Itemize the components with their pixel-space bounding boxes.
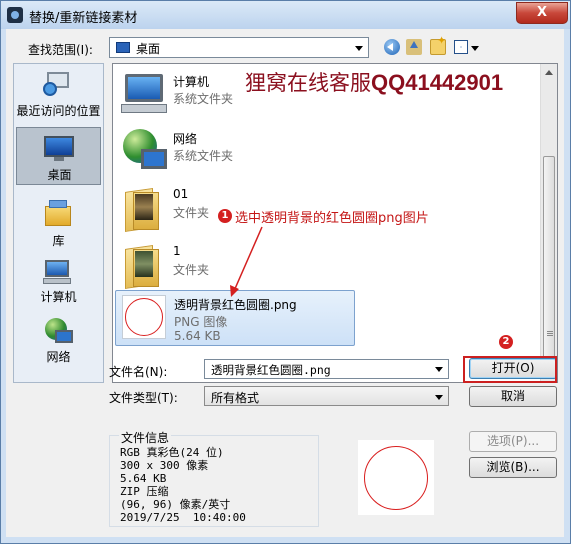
vertical-scrollbar[interactable] bbox=[540, 64, 557, 382]
item-type: 文件夹 bbox=[173, 263, 210, 277]
place-network[interactable]: 网络 bbox=[16, 316, 101, 368]
chevron-down-icon[interactable] bbox=[435, 367, 443, 372]
network-icon bbox=[43, 318, 73, 346]
scroll-up-icon[interactable] bbox=[545, 70, 553, 75]
options-button: 选项(P)... bbox=[469, 431, 557, 452]
item-name: 透明背景红色圆圈.png bbox=[174, 298, 297, 312]
scroll-thumb[interactable] bbox=[543, 156, 555, 368]
watermark-qq: QQ41442901 bbox=[371, 70, 504, 95]
info-line: 300 x 300 像素 bbox=[120, 459, 209, 472]
libraries-icon bbox=[43, 200, 73, 228]
place-label: 桌面 bbox=[47, 168, 72, 182]
info-line: 5.64 KB bbox=[120, 472, 167, 485]
view-menu-icon[interactable] bbox=[454, 39, 480, 55]
item-size: 5.64 KB bbox=[174, 329, 221, 343]
folder-icon bbox=[121, 186, 167, 232]
chevron-down-icon bbox=[355, 46, 363, 51]
place-label: 库 bbox=[52, 234, 65, 248]
image-preview bbox=[358, 440, 434, 515]
item-type: 系统文件夹 bbox=[173, 92, 234, 106]
desktop-icon bbox=[44, 136, 74, 162]
png-thumbnail bbox=[122, 295, 166, 339]
watermark-text: 狸窝在线客服 bbox=[245, 71, 371, 95]
item-name: 网络 bbox=[173, 132, 198, 146]
info-line: 2019/7/25 10:40:00 bbox=[120, 511, 246, 524]
cancel-button[interactable]: 取消 bbox=[469, 386, 557, 407]
list-item[interactable]: 网络 系统文件夹 bbox=[115, 125, 355, 177]
dialog-window: 替换/重新链接素材 X 查找范围(I): 桌面 最近访问的位置 桌面 库 bbox=[0, 0, 571, 544]
place-label: 网络 bbox=[46, 350, 71, 364]
info-line: ZIP 压缩 bbox=[120, 485, 169, 498]
browse-button[interactable]: 浏览(B)... bbox=[469, 457, 557, 478]
title-bar[interactable]: 替换/重新链接素材 X bbox=[1, 1, 570, 29]
place-computer[interactable]: 计算机 bbox=[16, 256, 101, 308]
file-info-lines: RGB 真彩色(24 位) 300 x 300 像素 5.64 KB ZIP 压缩 (9… bbox=[120, 446, 246, 524]
new-folder-icon[interactable] bbox=[430, 34, 446, 55]
item-name: 计算机 bbox=[173, 75, 210, 89]
lookin-label: 查找范围(I): bbox=[28, 43, 93, 57]
place-label: 最近访问的位置 bbox=[16, 104, 101, 118]
step2-badge: 2 bbox=[499, 335, 513, 349]
item-name: 01 bbox=[173, 187, 189, 201]
filetype-label: 文件类型(T): bbox=[109, 391, 178, 405]
network-icon bbox=[121, 129, 167, 173]
step1-badge: 1 bbox=[218, 209, 232, 223]
list-item-selected[interactable]: 透明背景红色圆圈.png PNG 图像 5.64 KB bbox=[115, 290, 355, 346]
lookin-dropdown[interactable]: 桌面 bbox=[109, 37, 369, 58]
filetype-value: 所有格式 bbox=[211, 391, 260, 405]
desktop-icon bbox=[116, 42, 130, 53]
back-icon[interactable] bbox=[384, 39, 400, 55]
info-line: (96, 96) 像素/英寸 bbox=[120, 498, 231, 511]
place-recent[interactable]: 最近访问的位置 bbox=[16, 68, 101, 126]
chevron-down-icon bbox=[435, 395, 443, 400]
place-libraries[interactable]: 库 bbox=[16, 194, 101, 248]
recent-places-icon bbox=[43, 72, 73, 98]
close-button[interactable]: X bbox=[516, 2, 568, 24]
preview-circle bbox=[364, 446, 428, 510]
info-line: RGB 真彩色(24 位) bbox=[120, 446, 224, 459]
app-icon bbox=[7, 7, 23, 23]
up-folder-icon[interactable] bbox=[406, 39, 422, 55]
filename-label: 文件名(N): bbox=[109, 365, 168, 379]
window-title: 替换/重新链接素材 bbox=[29, 11, 138, 26]
place-desktop[interactable]: 桌面 bbox=[16, 127, 101, 185]
annotation-arrow-icon bbox=[230, 226, 263, 297]
computer-icon bbox=[43, 260, 73, 286]
filename-input[interactable]: 透明背景红色圆圈.png bbox=[204, 359, 449, 379]
item-type: PNG 图像 bbox=[174, 315, 228, 329]
filename-value: 透明背景红色圆圈.png bbox=[211, 363, 331, 377]
folder-icon bbox=[121, 243, 167, 289]
computer-icon bbox=[121, 72, 167, 116]
lookin-value: 桌面 bbox=[136, 42, 161, 56]
file-info-title: 文件信息 bbox=[119, 429, 172, 446]
item-type: 系统文件夹 bbox=[173, 149, 234, 163]
watermark: 狸窝在线客服QQ41442901 bbox=[245, 67, 503, 97]
item-type: 文件夹 bbox=[173, 206, 210, 220]
open-button-highlight bbox=[463, 356, 557, 383]
place-label: 计算机 bbox=[40, 290, 77, 304]
places-bar: 最近访问的位置 桌面 库 计算机 网络 bbox=[13, 63, 104, 383]
item-name: 1 bbox=[173, 244, 181, 258]
filetype-dropdown[interactable]: 所有格式 bbox=[204, 386, 449, 406]
